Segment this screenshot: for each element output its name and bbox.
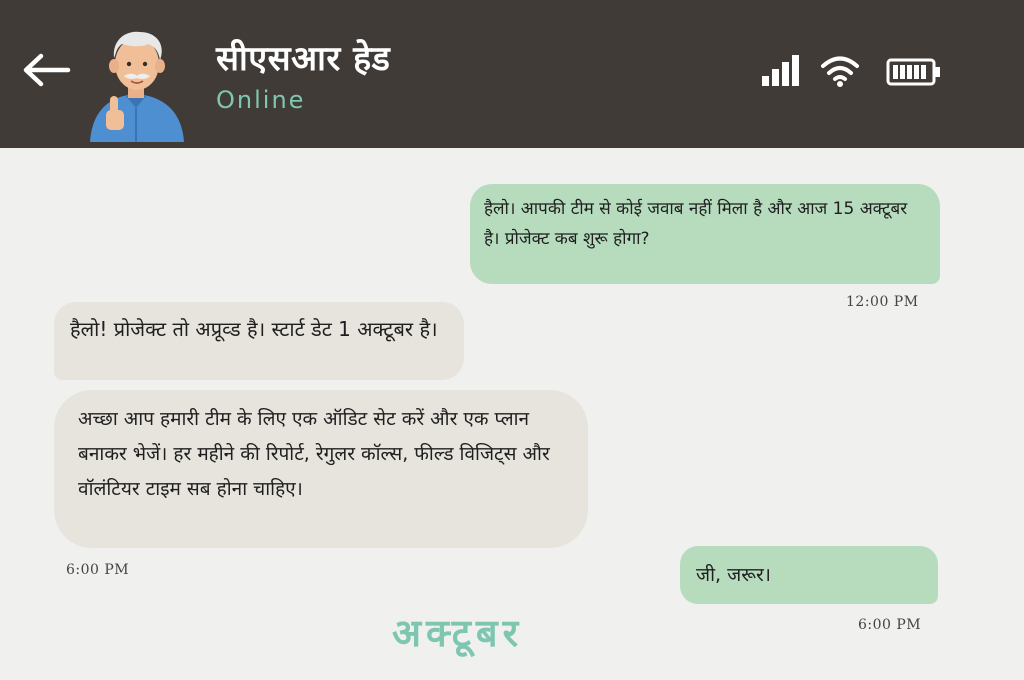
message-timestamp: 6:00 PM xyxy=(858,617,922,633)
contact-status: Online xyxy=(216,86,306,114)
contact-name: सीएसआर हेड xyxy=(216,39,391,79)
chat-header: सीएसआर हेड Online xyxy=(0,0,1024,148)
message-bubble-outgoing[interactable]: हैलो। आपकी टीम से कोई जवाब नहीं मिला है … xyxy=(470,184,940,284)
date-divider: अक्टूबर xyxy=(392,611,524,655)
message-bubble-incoming[interactable]: हैलो! प्रोजेक्ट तो अप्रूव्ड है। स्टार्ट … xyxy=(54,302,464,380)
message-bubble-incoming[interactable]: अच्छा आप हमारी टीम के लिए एक ऑडिट सेट कर… xyxy=(54,390,588,548)
back-button[interactable] xyxy=(18,48,74,92)
signal-strength-icon xyxy=(762,55,799,86)
battery-full-icon xyxy=(886,58,940,86)
arrow-left-icon xyxy=(23,53,71,87)
avatar[interactable] xyxy=(86,24,188,142)
message-bubble-outgoing[interactable]: जी, जरूर। xyxy=(680,546,938,604)
wifi-icon xyxy=(821,56,859,87)
message-timestamp: 12:00 PM xyxy=(846,294,919,310)
message-timestamp: 6:00 PM xyxy=(66,562,130,578)
